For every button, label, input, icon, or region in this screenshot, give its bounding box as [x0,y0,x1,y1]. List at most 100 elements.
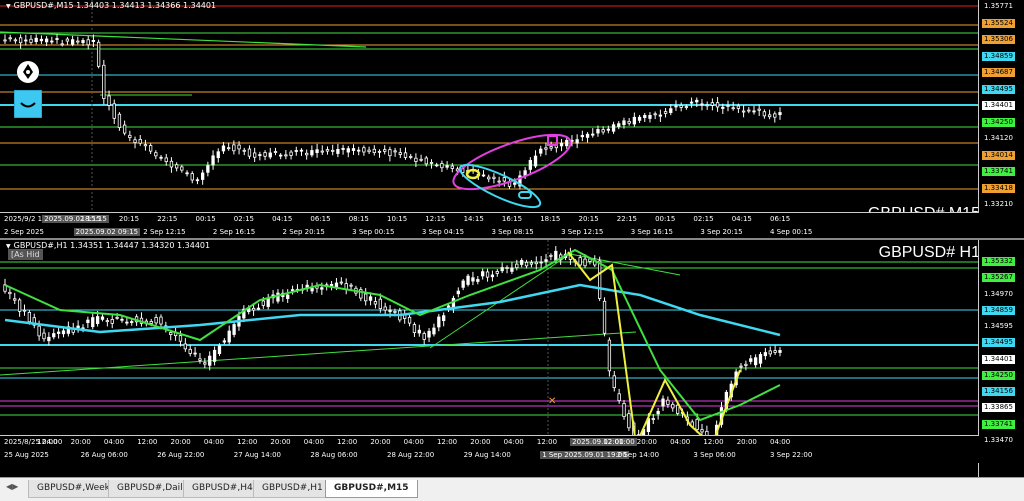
candle [689,97,694,108]
time-tick-label: 3 Sep 12:15 [561,228,604,236]
candle [762,109,767,119]
candle [767,109,772,120]
time-tick-label: 14:15 [463,215,484,223]
candle [651,414,655,424]
smiley-face-icon[interactable] [14,90,42,118]
candle [422,331,426,345]
time-tick-label: 04:00 [303,438,324,446]
time-tick-label: 12:00 [703,438,724,446]
m15-time-axis[interactable]: 2025/9/2 12:15 2025.09.02 15:15 18:15 20:15… [0,212,979,227]
candle [429,159,434,169]
time-tick-label: 04:00 [103,438,125,446]
candle [195,177,200,185]
time-tick-label: 12:00 [37,438,58,446]
time-tick-label: 02:15 [693,215,714,223]
pen-tool-icon[interactable] [16,60,40,84]
time-tick-label: 22:15 [616,215,637,223]
candle [663,108,668,118]
candle [29,35,33,45]
candle [339,277,343,286]
h1-chart-pane[interactable]: ✕ ▼ GBPUSD#,H1 1.34351 1.34447 1.34320 1.… [0,240,1024,477]
chart-tab[interactable]: GBPUSD#,H1 [253,480,332,498]
price-level-label: 1.34250 [982,117,1015,127]
time-tick-label: 2025.09.02 09:15 [73,228,141,236]
chart-tab[interactable]: GBPUSD#,H4 [183,480,262,498]
candle [611,121,616,134]
m15-chart-pane[interactable]: ▼ GBPUSD#,M15 1.34403 1.34413 1.34366 1.3… [0,0,1024,240]
candle [622,400,626,420]
time-tick-label: 10:15 [387,215,408,223]
time-tick-label: 2 Sep 20:15 [282,228,325,236]
candle [148,143,153,155]
candle [122,120,127,136]
moving-average-line [4,248,781,422]
time-tick-label: 20:00 [270,438,291,446]
time-tick-label: 12:00 [603,438,624,446]
m15-price-chart[interactable] [0,0,979,226]
candle [76,320,80,333]
h1-price-axis[interactable]: 1.35332 1.35267 1.34970 1.34859 1.34595 1.344… [978,240,1024,477]
candle [700,99,704,111]
h1-symbol-label: GBPUSD# H1 [878,244,980,261]
h1-date-axis[interactable]: 25 Aug 2025 26 Aug 06:00 26 Aug 22:00 27 Au… [0,449,979,463]
candle [481,170,486,178]
time-tick-label: 06:15 [310,215,331,223]
time-tick-label: 3 Sep 08:15 [491,228,534,236]
price-level-label: 1.35267 [982,273,1015,283]
candle [227,325,231,345]
candle [117,112,122,131]
candle [731,101,735,111]
candle [559,138,564,152]
time-tick-label: 12:00 [337,438,358,446]
m15-chart-header: ▼ GBPUSD#,M15 1.34403 1.34413 1.34366 1.3… [6,1,217,10]
tab-scroll-arrows-icon[interactable]: ◀▶ [6,482,18,491]
candle [139,312,144,327]
chart-tab-bar: ◀▶ GBPUSD#,Weekly GBPUSD#,Daily GBPUSD#,H4… [0,477,1024,501]
candle [120,316,124,323]
candle [427,328,431,343]
m15-price-axis[interactable]: 1.35771 1.35524 1.35306 1.34859 1.34687 1.344… [978,0,1024,240]
candle [500,262,504,274]
time-tick-label: 04:00 [403,438,424,446]
candle [331,144,335,156]
candle [13,37,18,44]
candle [44,35,49,46]
h1-time-axis[interactable]: 2025/8/25 04:00 12:00 20:00 04:00 12:00 20:00… [0,435,979,450]
candle [757,104,761,116]
candle [435,162,439,168]
candle [169,157,174,173]
candle [471,271,475,286]
candle [198,353,202,364]
candle [518,170,522,190]
chart-tab[interactable]: GBPUSD#,M15 [325,480,418,498]
candle [193,347,197,357]
candle [279,153,283,160]
candle [383,145,387,155]
candle [211,150,215,170]
candle [726,100,730,112]
candle [773,345,777,355]
candle [110,315,114,329]
candle [39,35,44,44]
candle [34,34,38,45]
candle [61,328,66,338]
candle [289,149,293,160]
candle [715,97,720,112]
hide-button[interactable]: [As Hid [8,249,43,260]
time-tick-label: 2 Sep 12:15 [143,228,186,236]
h1-price-chart[interactable]: ✕ [0,240,979,445]
candle [22,304,27,316]
time-tick-label: 3 Sep 04:15 [421,228,465,236]
zigzag-line [567,251,741,445]
candle [752,105,756,115]
price-level-label: 1.34859 [982,305,1015,315]
time-tick-label: 04:15 [731,215,752,223]
candle [357,146,361,156]
time-tick-label: 12:00 [237,438,258,446]
price-level-label: 1.35524 [982,18,1015,28]
candle [18,34,23,49]
candle [653,111,657,120]
candle [440,160,444,172]
candle [773,111,777,123]
candle [212,346,217,366]
